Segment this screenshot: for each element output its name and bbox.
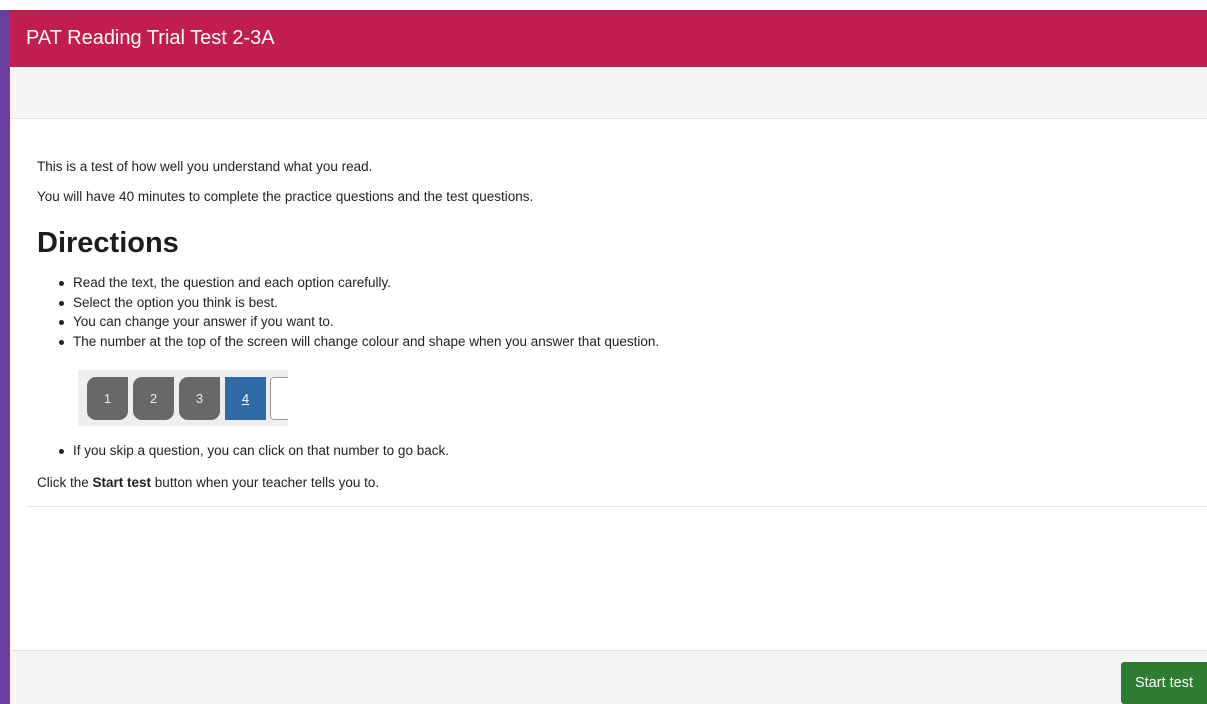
directions-list-continued: If you skip a question, you can click on… <box>59 441 449 461</box>
instructions-panel: This is a test of how well you understan… <box>26 119 1207 507</box>
instruction-prefix: Click the <box>37 475 93 490</box>
example-question-2: 2 <box>133 377 174 420</box>
instruction-bold: Start test <box>92 475 152 490</box>
list-item: If you skip a question, you can click on… <box>59 441 449 461</box>
instruction-suffix: button when your teacher tells you to. <box>151 475 380 490</box>
example-question-1: 1 <box>87 377 128 420</box>
list-item: The number at the top of the screen will… <box>59 332 659 352</box>
list-item: Select the option you think is best. <box>59 293 659 313</box>
window-top-edge <box>0 0 1207 10</box>
directions-heading: Directions <box>37 227 179 259</box>
list-item: You can change your answer if you want t… <box>59 312 659 332</box>
example-question-3: 3 <box>179 377 220 420</box>
example-question-next <box>270 377 288 420</box>
intro-text-2: You will have 40 minutes to complete the… <box>37 189 534 204</box>
list-item: Read the text, the question and each opt… <box>59 273 659 293</box>
app-header: PAT Reading Trial Test 2-3A <box>10 10 1207 67</box>
example-question-4-current: 4 <box>225 377 266 420</box>
intro-text-1: This is a test of how well you understan… <box>37 159 373 174</box>
footer-bar <box>10 650 1207 704</box>
directions-list: Read the text, the question and each opt… <box>59 273 659 351</box>
page-title: PAT Reading Trial Test 2-3A <box>26 27 275 49</box>
start-test-button[interactable]: Start test <box>1121 662 1207 704</box>
question-nav-bar <box>10 67 1207 119</box>
start-instruction: Click the Start test button when your te… <box>37 475 379 490</box>
question-number-example: 1 2 3 4 <box>78 370 288 426</box>
